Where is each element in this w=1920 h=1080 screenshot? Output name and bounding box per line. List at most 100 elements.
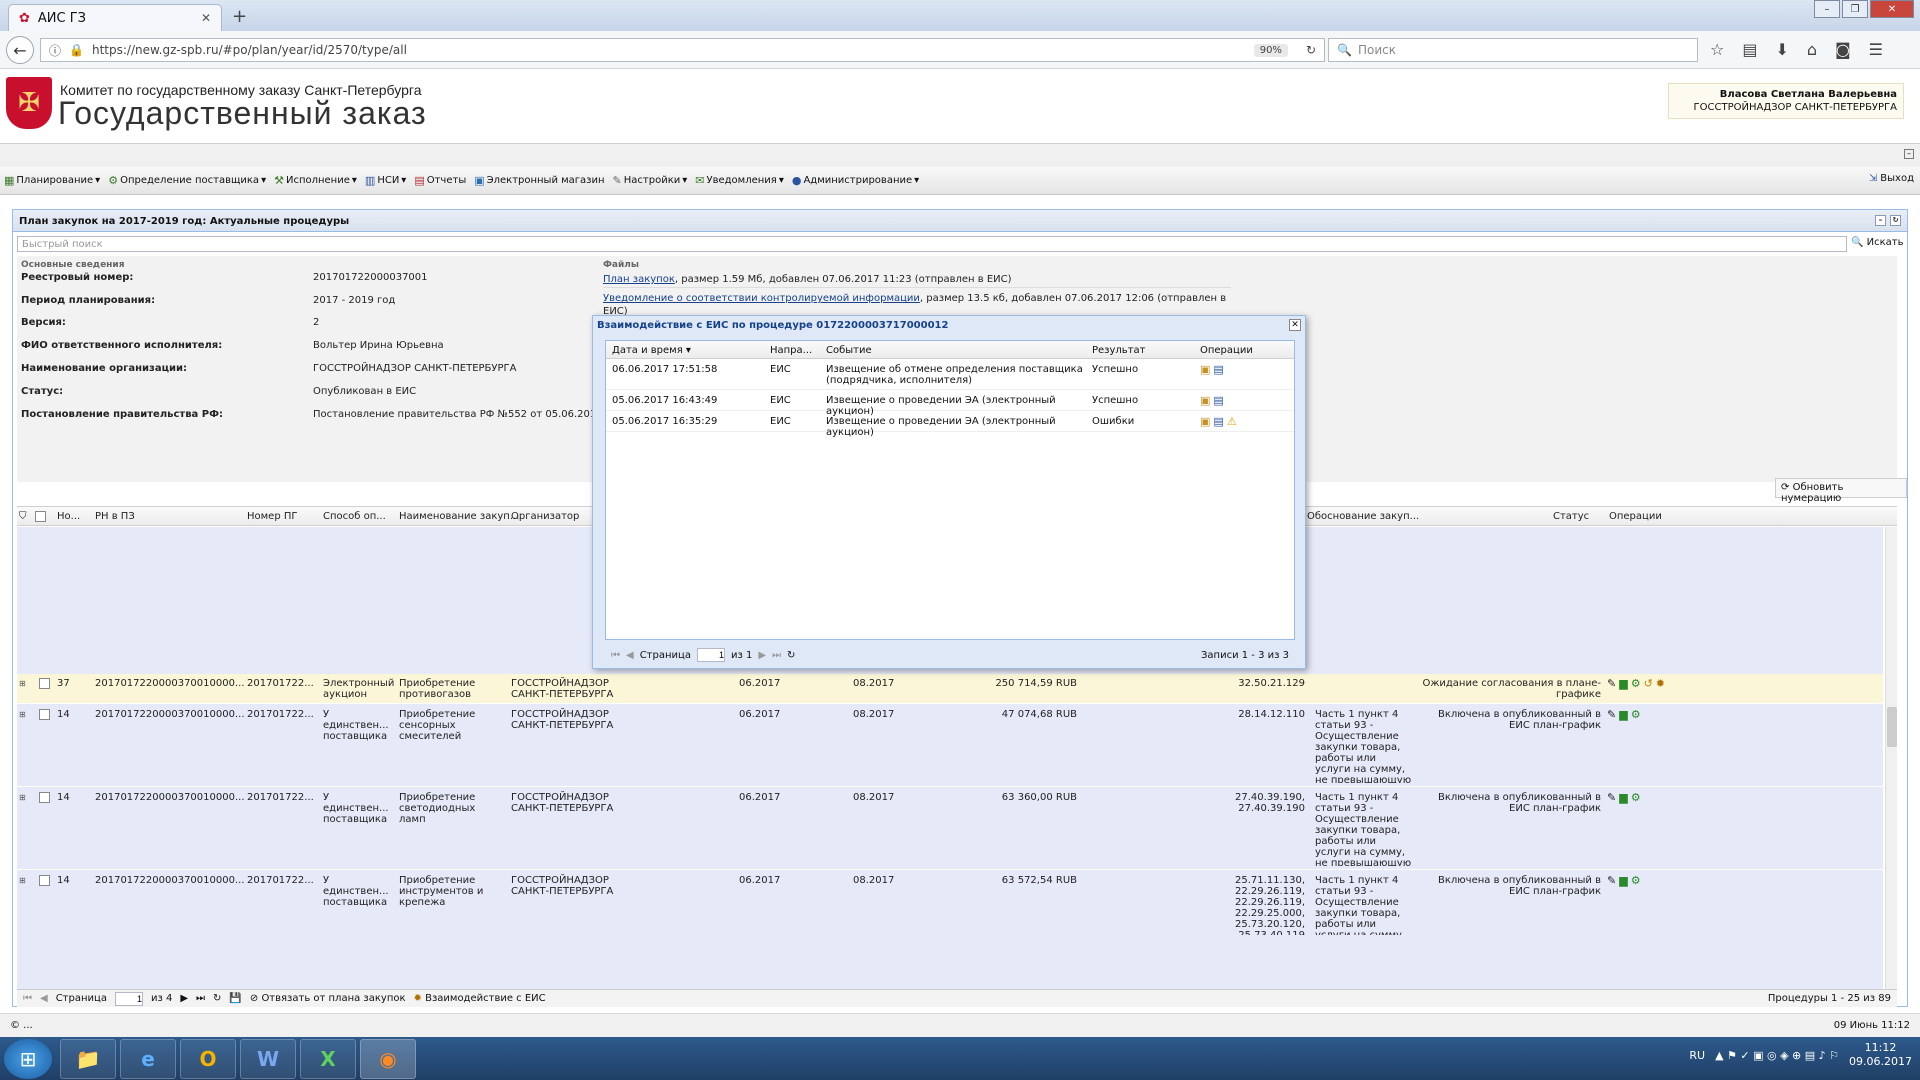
- warning-icon[interactable]: ⚠: [1227, 416, 1237, 427]
- edit-icon[interactable]: ✎: [1607, 792, 1616, 803]
- col-pg[interactable]: Номер ПГ: [247, 511, 297, 522]
- menu-planning[interactable]: ▦ Планирование ▾: [4, 174, 100, 187]
- menu-notifications[interactable]: ✉ Уведомления ▾: [695, 174, 784, 187]
- scrollbar-thumb[interactable]: [1887, 707, 1897, 747]
- eis-icon[interactable]: ✹: [1656, 678, 1665, 689]
- edit-icon[interactable]: ✎: [1607, 709, 1616, 720]
- save-icon[interactable]: 💾: [229, 993, 241, 1004]
- reload-icon[interactable]: ↻: [1306, 43, 1316, 57]
- browser-search-input[interactable]: 🔍 Поиск: [1328, 38, 1698, 62]
- dialog-row[interactable]: 05.06.2017 16:35:29 ЕИС Извещение о пров…: [606, 412, 1294, 438]
- menu-nsi[interactable]: ▥ НСИ ▾: [365, 174, 406, 187]
- refresh-numbering-button[interactable]: ⟳ Обновить нумерацию: [1775, 478, 1907, 504]
- gear-icon[interactable]: ⚙: [1631, 875, 1641, 886]
- edit-icon[interactable]: ✎: [1607, 875, 1616, 886]
- bookmark-star-icon[interactable]: ☆: [1710, 40, 1724, 59]
- new-tab-icon[interactable]: +: [232, 6, 247, 27]
- col-org[interactable]: Организатор: [511, 511, 579, 522]
- table-row[interactable]: ⊞ 14 2017017220000370010000... 201701722…: [17, 788, 1883, 870]
- dcol-event[interactable]: Событие: [826, 345, 872, 356]
- back-icon[interactable]: ←: [6, 36, 34, 64]
- logout-button[interactable]: ⇲ Выход: [1869, 173, 1914, 184]
- expand-icon[interactable]: ⊞: [19, 709, 26, 720]
- file-link[interactable]: План закупок: [603, 274, 675, 285]
- firefox-icon[interactable]: ◉: [360, 1039, 416, 1079]
- chart-icon[interactable]: ▆: [1619, 875, 1627, 886]
- browser-tab[interactable]: ✿ АИС ГЗ ✕: [8, 4, 222, 31]
- row-checkbox[interactable]: [39, 678, 50, 689]
- chart-icon[interactable]: ▆: [1619, 792, 1627, 803]
- dcol-result[interactable]: Результат: [1092, 345, 1145, 356]
- menu-settings[interactable]: ✎ Настройки ▾: [613, 174, 688, 187]
- menu-admin[interactable]: ● Администрирование ▾: [792, 174, 919, 187]
- panel-refresh-icon[interactable]: ↻: [1890, 215, 1901, 226]
- gear-icon[interactable]: ⚙: [1631, 709, 1641, 720]
- document-icon[interactable]: ▤: [1213, 364, 1223, 375]
- next-page-icon[interactable]: ▶: [180, 993, 188, 1004]
- table-row[interactable]: ⊞ 14 2017017220000370010000... 201701722…: [17, 705, 1883, 787]
- chart-icon[interactable]: ▆: [1619, 678, 1627, 689]
- dialog-row[interactable]: 05.06.2017 16:43:49 ЕИС Извещение о пров…: [606, 391, 1294, 417]
- col-ops[interactable]: Операции: [1609, 511, 1662, 522]
- col-rn[interactable]: РН в ПЗ: [95, 511, 135, 522]
- dialog-page-input[interactable]: [696, 648, 725, 662]
- collapse-icon[interactable]: –: [1904, 149, 1914, 159]
- reload-icon[interactable]: ↻: [787, 650, 795, 661]
- table-row[interactable]: ⊞ 37 2017017220000370010000... 201701722…: [17, 674, 1883, 704]
- file-link[interactable]: Уведомление о соответствии контролируемо…: [603, 293, 920, 304]
- menu-reports[interactable]: ▤ Отчеты: [414, 174, 466, 187]
- dialog-close-icon[interactable]: ✕: [1289, 319, 1301, 331]
- page-input[interactable]: [114, 991, 143, 1006]
- col-no[interactable]: Но...: [57, 511, 80, 522]
- explorer-icon[interactable]: 📁: [60, 1039, 116, 1079]
- last-page-icon[interactable]: ⏭: [772, 650, 781, 661]
- col-name[interactable]: Наименование закуп...: [399, 511, 519, 522]
- eis-interaction-button[interactable]: ✹ Взаимодействие с ЕИС: [414, 993, 546, 1004]
- address-bar[interactable]: ⓘ 🔒 https://new.gz-spb.ru/#po/plan/year/…: [40, 38, 1325, 62]
- excel-icon[interactable]: X: [300, 1039, 356, 1079]
- download-icon[interactable]: ⬇: [1775, 40, 1788, 59]
- expand-icon[interactable]: ⊞: [19, 678, 26, 689]
- outlook-icon[interactable]: O: [180, 1039, 236, 1079]
- select-all-checkbox[interactable]: [35, 511, 46, 522]
- cancel-icon[interactable]: ↺: [1644, 678, 1653, 689]
- package-icon[interactable]: ▣: [1200, 416, 1210, 427]
- maximize-icon[interactable]: ❐: [1842, 0, 1868, 18]
- word-icon[interactable]: W: [240, 1039, 296, 1079]
- clock[interactable]: 11:12 09.06.2017: [1849, 1041, 1912, 1069]
- expand-icon[interactable]: ⊞: [19, 875, 26, 886]
- dcol-direction[interactable]: Напра...: [770, 345, 812, 356]
- package-icon[interactable]: ▣: [1200, 395, 1210, 406]
- first-page-icon[interactable]: ⏮: [23, 993, 32, 1004]
- dcol-ops[interactable]: Операции: [1200, 345, 1253, 356]
- menu-execution[interactable]: ⚒ Исполнение ▾: [274, 174, 357, 187]
- prev-page-icon[interactable]: ◀: [626, 650, 634, 661]
- table-row[interactable]: ⊞ 14 2017017220000370010000... 201701722…: [17, 871, 1883, 989]
- language-indicator[interactable]: RU: [1689, 1049, 1705, 1062]
- menu-eshop[interactable]: ▣ Электронный магазин: [474, 174, 604, 187]
- info-icon[interactable]: ⓘ: [49, 42, 61, 59]
- expand-icon[interactable]: ⊞: [19, 792, 26, 803]
- document-icon[interactable]: ▤: [1213, 395, 1223, 406]
- ie-icon[interactable]: e: [120, 1039, 176, 1079]
- start-button[interactable]: ⊞: [4, 1039, 52, 1079]
- last-page-icon[interactable]: ⏭: [196, 993, 205, 1004]
- gear-icon[interactable]: ⚙: [1631, 678, 1641, 689]
- reload-icon[interactable]: ↻: [213, 993, 221, 1004]
- tray-icons[interactable]: ▲ ⚑ ✓ ▣ ◎ ◈ ⊕ ▤ ♪ ⚐: [1715, 1049, 1839, 1062]
- zoom-level[interactable]: 90%: [1253, 43, 1288, 57]
- tab-close-icon[interactable]: ✕: [201, 11, 211, 25]
- filter-icon[interactable]: ⛉: [19, 511, 27, 522]
- hamburger-menu-icon[interactable]: ☰: [1869, 40, 1883, 59]
- home-icon[interactable]: ⌂: [1807, 40, 1817, 59]
- next-page-icon[interactable]: ▶: [758, 650, 766, 661]
- user-box[interactable]: Власова Светлана Валерьевна ГОССТРОЙНАДЗ…: [1668, 83, 1904, 119]
- prev-page-icon[interactable]: ◀: [40, 993, 48, 1004]
- col-status[interactable]: Статус: [1553, 511, 1589, 522]
- edit-icon[interactable]: ✎: [1607, 678, 1616, 689]
- reading-list-icon[interactable]: ▤: [1742, 40, 1757, 59]
- row-checkbox[interactable]: [39, 792, 50, 803]
- unlink-button[interactable]: ⊘ Отвязать от плана закупок: [250, 993, 406, 1004]
- col-method[interactable]: Способ оп...: [323, 511, 386, 522]
- document-icon[interactable]: ▤: [1213, 416, 1223, 427]
